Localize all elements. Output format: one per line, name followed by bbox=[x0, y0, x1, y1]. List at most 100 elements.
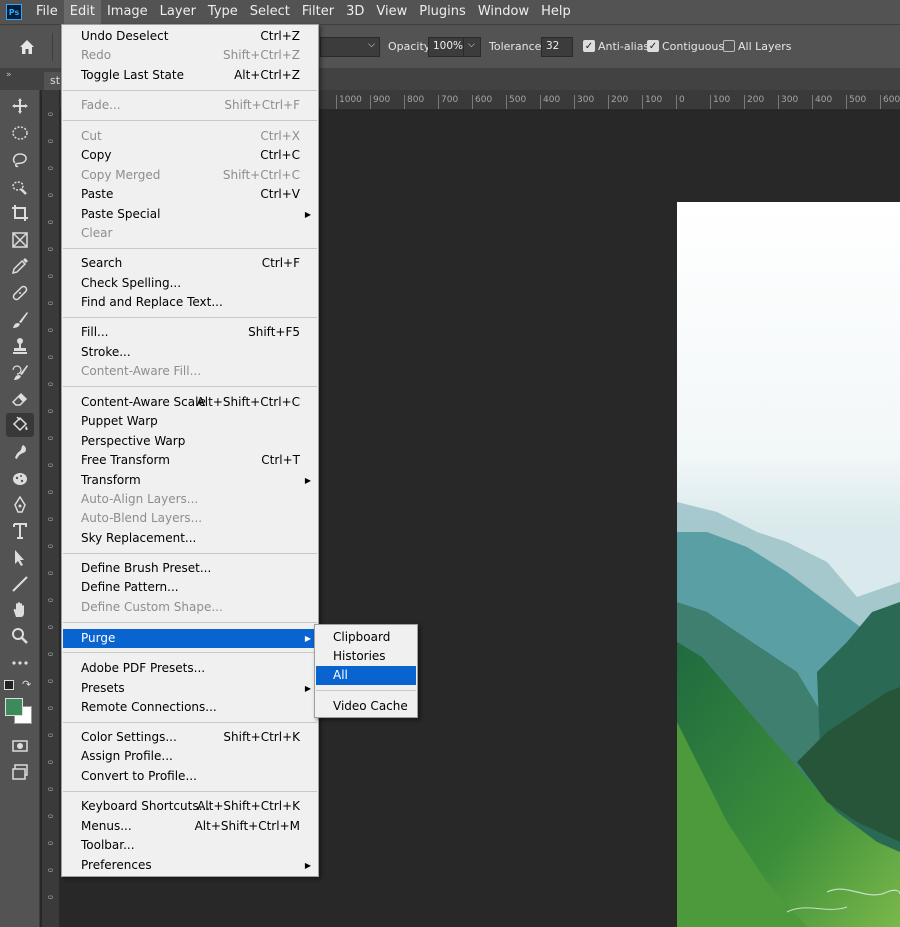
paint-bucket-tool[interactable] bbox=[6, 413, 34, 437]
quick-select-tool[interactable] bbox=[6, 175, 34, 199]
edit-menu-dropdown: Undo Deselect Ctrl+Z Redo Shift+Ctrl+Z Tog… bbox=[61, 24, 319, 877]
eyedropper-tool[interactable] bbox=[6, 254, 34, 278]
menu-layer[interactable]: Layer bbox=[154, 0, 202, 24]
frame-tool[interactable] bbox=[6, 228, 34, 252]
foreground-color-swatch[interactable] bbox=[5, 698, 23, 716]
ruler-label: 0 bbox=[46, 247, 54, 252]
menu-item-copy-merged[interactable]: Copy Merged Shift+Ctrl+C bbox=[63, 166, 317, 185]
menu-item-color-settings[interactable]: Color Settings... Shift+Ctrl+K bbox=[63, 728, 317, 747]
submenu-item-clipboard[interactable]: Clipboard bbox=[316, 628, 416, 647]
menu-image[interactable]: Image bbox=[101, 0, 154, 24]
menu-item-fill[interactable]: Fill... Shift+F5 bbox=[63, 323, 317, 342]
menu-item-redo[interactable]: Redo Shift+Ctrl+Z bbox=[63, 46, 317, 65]
menu-window[interactable]: Window bbox=[472, 0, 535, 24]
menu-item-paste-special[interactable]: Paste Special ▶ bbox=[63, 205, 317, 224]
menu-item-preferences[interactable]: Preferences ▶ bbox=[63, 856, 317, 875]
opacity-field[interactable]: 100% bbox=[428, 37, 464, 57]
menu-item-define-custom-shape[interactable]: Define Custom Shape... bbox=[63, 598, 317, 617]
menu-item-copy[interactable]: Copy Ctrl+C bbox=[63, 146, 317, 165]
eraser-tool[interactable] bbox=[6, 387, 34, 411]
tolerance-field[interactable]: 32 bbox=[541, 37, 573, 57]
menu-separator bbox=[316, 690, 416, 691]
home-button[interactable] bbox=[14, 35, 40, 59]
document-image[interactable] bbox=[677, 202, 900, 927]
menu-item-transform[interactable]: Transform ▶ bbox=[63, 471, 317, 490]
expand-panels-icon[interactable]: » bbox=[6, 70, 12, 80]
marquee-tool[interactable] bbox=[6, 121, 34, 145]
path-selection-tool[interactable] bbox=[6, 546, 34, 570]
more-tools-button[interactable] bbox=[6, 651, 34, 675]
menu-plugins[interactable]: Plugins bbox=[413, 0, 472, 24]
menu-view[interactable]: View bbox=[370, 0, 413, 24]
blur-tool[interactable] bbox=[6, 440, 34, 464]
antialias-checkbox[interactable]: ✓ bbox=[583, 40, 595, 52]
swap-colors-icon[interactable]: ↷ bbox=[22, 678, 31, 691]
menu-item-auto-align-layers[interactable]: Auto-Align Layers... bbox=[63, 490, 317, 509]
quick-mask-button[interactable] bbox=[6, 734, 34, 758]
pen-tool[interactable] bbox=[6, 493, 34, 517]
menu-item-check-spelling[interactable]: Check Spelling... bbox=[63, 274, 317, 293]
line-tool[interactable] bbox=[6, 572, 34, 596]
menu-item-content-aware-scale[interactable]: Content-Aware Scale Alt+Shift+Ctrl+C bbox=[63, 393, 317, 412]
menu-item-puppet-warp[interactable]: Puppet Warp bbox=[63, 412, 317, 431]
menu-item-adobe-pdf-presets[interactable]: Adobe PDF Presets... bbox=[63, 659, 317, 678]
menu-item-find-replace[interactable]: Find and Replace Text... bbox=[63, 293, 317, 312]
all-layers-checkbox[interactable] bbox=[723, 40, 735, 52]
menu-item-undo[interactable]: Undo Deselect Ctrl+Z bbox=[63, 27, 317, 46]
menu-item-fade[interactable]: Fade... Shift+Ctrl+F bbox=[63, 96, 317, 115]
menu-item-perspective-warp[interactable]: Perspective Warp bbox=[63, 432, 317, 451]
menu-edit[interactable]: Edit bbox=[63, 0, 101, 24]
menu-item-menus[interactable]: Menus... Alt+Shift+Ctrl+M bbox=[63, 817, 317, 836]
submenu-item-all[interactable]: All bbox=[316, 666, 416, 685]
menu-item-convert-to-profile[interactable]: Convert to Profile... bbox=[63, 767, 317, 786]
menu-item-clear[interactable]: Clear bbox=[63, 224, 317, 243]
menu-item-label: Content-Aware Fill... bbox=[81, 364, 202, 378]
move-tool[interactable] bbox=[6, 94, 34, 118]
menu-select[interactable]: Select bbox=[244, 0, 296, 24]
menu-item-toolbar[interactable]: Toolbar... bbox=[63, 836, 317, 855]
menu-filter[interactable]: Filter bbox=[296, 0, 340, 24]
type-tool[interactable] bbox=[6, 519, 34, 543]
brush-tool[interactable] bbox=[6, 308, 34, 332]
menu-item-search[interactable]: Search Ctrl+F bbox=[63, 254, 317, 273]
menu-item-define-pattern[interactable]: Define Pattern... bbox=[63, 578, 317, 597]
ruler-label: 0 bbox=[46, 733, 54, 738]
crop-tool[interactable] bbox=[6, 201, 34, 225]
opacity-dropdown[interactable]: ⌵ bbox=[463, 37, 481, 57]
zoom-tool[interactable] bbox=[6, 624, 34, 648]
mode-dropdown[interactable]: ⌵ bbox=[320, 37, 380, 57]
sponge-tool[interactable] bbox=[6, 467, 34, 491]
menu-item-cut[interactable]: Cut Ctrl+X bbox=[63, 127, 317, 146]
lasso-tool[interactable] bbox=[6, 148, 34, 172]
contiguous-checkbox[interactable]: ✓ bbox=[647, 40, 659, 52]
screen-mode-button[interactable] bbox=[6, 760, 34, 784]
clone-stamp-tool[interactable] bbox=[6, 334, 34, 358]
menu-item-content-aware-fill[interactable]: Content-Aware Fill... bbox=[63, 362, 317, 381]
ruler-label: 0 bbox=[46, 382, 54, 387]
menu-item-label: Check Spelling... bbox=[81, 276, 182, 290]
menu-item-toggle-last-state[interactable]: Toggle Last State Alt+Ctrl+Z bbox=[63, 66, 317, 85]
menu-item-stroke[interactable]: Stroke... bbox=[63, 343, 317, 362]
ruler-label: 200 bbox=[608, 95, 628, 109]
menu-item-free-transform[interactable]: Free Transform Ctrl+T bbox=[63, 451, 317, 470]
menu-type[interactable]: Type bbox=[202, 0, 244, 24]
menu-item-presets[interactable]: Presets ▶ bbox=[63, 679, 317, 698]
menu-file[interactable]: File bbox=[30, 0, 64, 24]
menu-item-sky-replacement[interactable]: Sky Replacement... bbox=[63, 529, 317, 548]
menu-3d[interactable]: 3D bbox=[340, 0, 370, 24]
submenu-item-video-cache[interactable]: Video Cache bbox=[316, 697, 416, 716]
history-brush-tool[interactable] bbox=[6, 361, 34, 385]
healing-brush-tool[interactable] bbox=[6, 281, 34, 305]
menu-help[interactable]: Help bbox=[535, 0, 577, 24]
menu-item-assign-profile[interactable]: Assign Profile... bbox=[63, 747, 317, 766]
menu-item-purge[interactable]: Purge ▶ bbox=[63, 629, 317, 648]
hand-tool[interactable] bbox=[6, 598, 34, 622]
menu-item-auto-blend-layers[interactable]: Auto-Blend Layers... bbox=[63, 509, 317, 528]
default-colors-icon[interactable] bbox=[4, 680, 14, 690]
submenu-item-histories[interactable]: Histories bbox=[316, 647, 416, 666]
menu-item-define-brush-preset[interactable]: Define Brush Preset... bbox=[63, 559, 317, 578]
menu-item-keyboard-shortcuts[interactable]: Keyboard Shortcuts... Alt+Shift+Ctrl+K bbox=[63, 797, 317, 816]
frame-icon bbox=[12, 232, 28, 248]
menu-item-remote-connections[interactable]: Remote Connections... bbox=[63, 698, 317, 717]
menu-item-paste[interactable]: Paste Ctrl+V bbox=[63, 185, 317, 204]
